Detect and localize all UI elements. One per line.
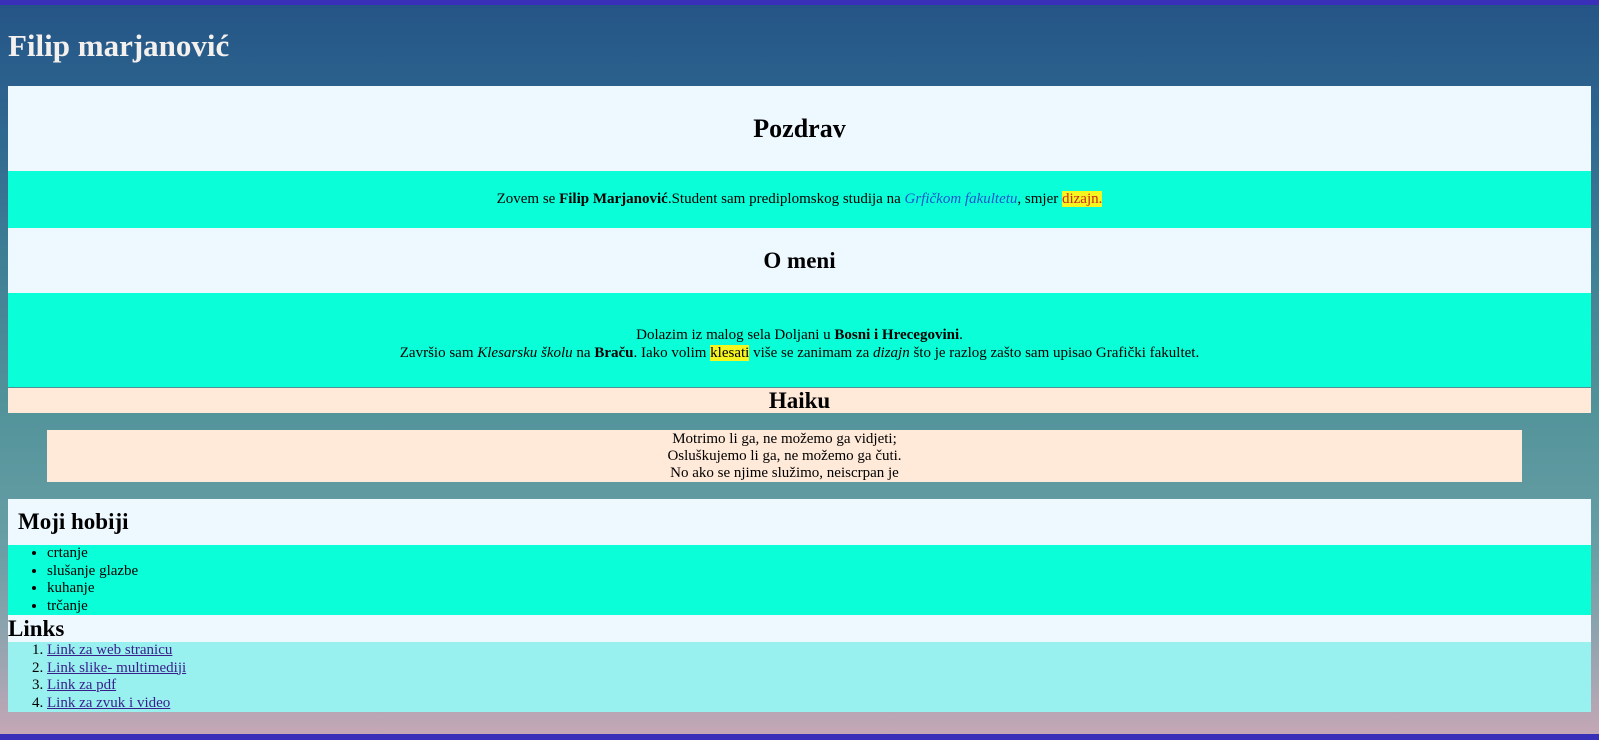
list-item: crtanje	[47, 545, 1591, 563]
list-item: Link za web stranicu	[47, 642, 1591, 660]
list-item: slušanje glazbe	[47, 563, 1591, 581]
bottom-border	[0, 734, 1599, 740]
link-audio-video[interactable]: Link za zvuk i video	[47, 695, 170, 711]
about-text-part: Završio sam	[399, 345, 478, 361]
site-title: Filip marjanović	[8, 28, 230, 63]
list-item: kuhanje	[47, 580, 1591, 598]
about-text-part: što je razlog zašto sam upisao Grafički …	[909, 345, 1200, 361]
link-images-multimedia[interactable]: Link slike- multimediji	[47, 660, 186, 676]
design-italic: dizajn	[873, 345, 910, 361]
about-text-part: na	[572, 345, 595, 361]
about-text-part: .	[959, 327, 963, 343]
about-text-part: . Iako volim	[633, 345, 711, 361]
links-heading: Links	[8, 616, 65, 641]
haiku-box: Motrimo li ga, ne možemo ga vidjeti; Osl…	[47, 430, 1522, 482]
hobbies-header: Moji hobiji	[8, 499, 1591, 545]
list-item: Link slike- multimediji	[47, 660, 1591, 678]
about-text-part: više se zanimam za	[749, 345, 874, 361]
greeting-text-part: .Student sam prediplomskog studija na	[667, 191, 905, 207]
greeting-text: Zovem se Filip Marjanović.Student sam pr…	[8, 171, 1591, 228]
about-line-2: Završio sam Klesarsku školu na Braču. Ia…	[400, 344, 1199, 362]
greeting-text-part: , smjer	[1017, 191, 1062, 207]
name-bold: Filip Marjanović	[559, 191, 668, 207]
island-bold: Braču	[594, 345, 634, 361]
carving-highlight: klesati	[710, 345, 750, 361]
list-item: Link za pdf	[47, 677, 1591, 695]
top-border	[0, 0, 1599, 5]
hobbies-list: crtanje slušanje glazbe kuhanje trčanje	[8, 545, 1591, 615]
about-text-part: Dolazim iz malog sela Doljani u	[636, 327, 835, 343]
major-highlight: dizajn.	[1061, 191, 1103, 207]
about-text: Dolazim iz malog sela Doljani u Bosni i …	[8, 293, 1591, 387]
greeting-heading: Pozdrav	[753, 113, 846, 143]
hobbies-heading: Moji hobiji	[18, 509, 129, 534]
greeting-header: Pozdrav	[8, 86, 1591, 171]
haiku-heading: Haiku	[768, 387, 831, 413]
about-heading: O meni	[763, 247, 836, 273]
link-web-page[interactable]: Link za web stranicu	[47, 642, 172, 658]
links-header: Links	[8, 615, 1591, 642]
faculty-name: Grfičkom fakultetu	[904, 191, 1018, 207]
haiku-line: No ako se njime služimo, neiscrpan je	[670, 464, 899, 481]
school-italic: Klesarsku školu	[477, 345, 573, 361]
haiku-line: Osluškujemo li ga, ne možemo ga čuti.	[667, 447, 902, 464]
about-header: O meni	[8, 228, 1591, 293]
about-line-1: Dolazim iz malog sela Doljani u Bosni i …	[636, 326, 963, 344]
link-pdf[interactable]: Link za pdf	[47, 677, 116, 693]
list-item: Link za zvuk i video	[47, 695, 1591, 713]
list-item: trčanje	[47, 598, 1591, 616]
haiku-line: Motrimo li ga, ne možemo ga vidjeti;	[672, 430, 897, 447]
haiku-header: Haiku	[8, 388, 1591, 413]
country-bold: Bosni i Hrecegovini	[834, 327, 960, 343]
links-list: Link za web stranicu Link slike- multime…	[8, 642, 1591, 712]
greeting-text-part: Zovem se	[496, 191, 560, 207]
